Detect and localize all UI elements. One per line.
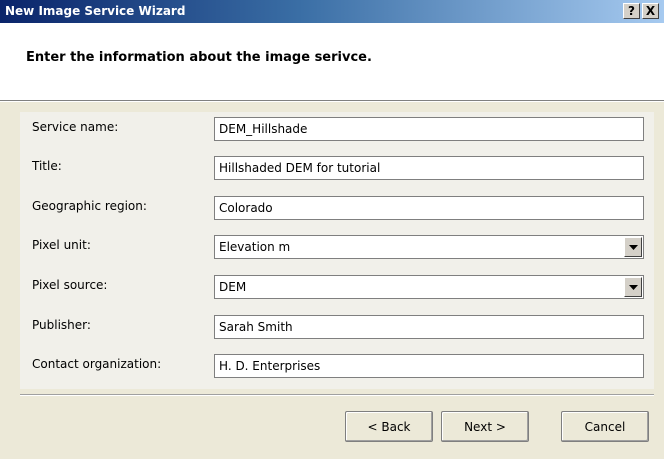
geographic-region-label: Geographic region: (32, 199, 147, 213)
pixel-source-value: DEM (219, 280, 247, 294)
pixel-unit-label: Pixel unit: (32, 238, 91, 252)
publisher-input[interactable]: Sarah Smith (214, 315, 644, 339)
publisher-label: Publisher: (32, 318, 91, 332)
pixel-source-dropdown-button[interactable] (624, 277, 642, 297)
close-icon: X (645, 4, 656, 18)
pixel-unit-select[interactable]: Elevation m (214, 235, 644, 259)
contact-organization-input[interactable]: H. D. Enterprises (214, 354, 644, 378)
title-input[interactable]: Hillshaded DEM for tutorial (214, 156, 644, 180)
cancel-button[interactable]: Cancel (561, 411, 649, 442)
chevron-down-icon (628, 284, 638, 290)
geographic-region-input[interactable]: Colorado (214, 196, 644, 220)
wizard-header: Enter the information about the image se… (0, 23, 664, 100)
contact-organization-label: Contact organization: (32, 357, 162, 371)
next-button[interactable]: Next > (441, 411, 529, 442)
pixel-source-label: Pixel source: (32, 278, 108, 292)
help-button[interactable]: ? (623, 3, 640, 19)
service-name-input[interactable]: DEM_Hillshade (214, 117, 644, 141)
pixel-unit-dropdown-button[interactable] (624, 237, 642, 257)
pixel-source-select[interactable]: DEM (214, 275, 644, 299)
window-title: New Image Service Wizard (5, 4, 186, 18)
help-icon: ? (628, 4, 635, 18)
close-button[interactable]: X (642, 3, 659, 19)
pixel-unit-value: Elevation m (219, 240, 291, 254)
back-button[interactable]: < Back (345, 411, 433, 442)
service-name-label: Service name: (32, 120, 119, 134)
title-label: Title: (32, 159, 62, 173)
page-heading: Enter the information about the image se… (26, 50, 372, 65)
chevron-down-icon (628, 244, 638, 250)
title-bar: New Image Service Wizard ? X (0, 0, 664, 23)
